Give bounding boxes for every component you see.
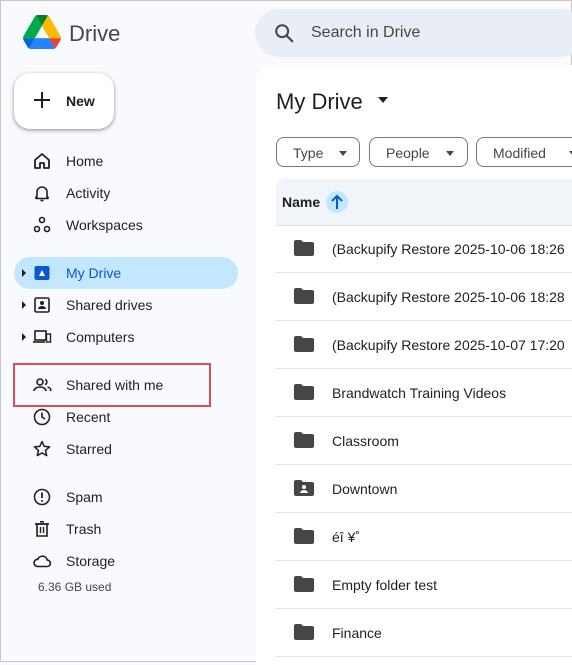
- search-icon[interactable]: [273, 22, 295, 44]
- nav-item-computers[interactable]: Computers: [14, 321, 238, 353]
- cloud-icon: [33, 555, 52, 568]
- filter-modified[interactable]: Modified: [476, 137, 572, 167]
- nav-item-label: Recent: [66, 409, 111, 425]
- nav-item-trash[interactable]: Trash: [14, 513, 238, 545]
- bell-icon: [35, 186, 49, 202]
- nav-item-home[interactable]: Home: [14, 145, 238, 177]
- filter-type[interactable]: Type: [276, 137, 360, 167]
- search-input[interactable]: Search in Drive: [311, 24, 420, 42]
- page-title[interactable]: My Drive: [276, 89, 363, 115]
- table-row[interactable]: (Backupify Restore 2025-10-06 18:28: [276, 273, 572, 321]
- file-name: (Backupify Restore 2025-10-07 17:20: [332, 337, 565, 353]
- file-name: Classroom: [332, 433, 399, 449]
- table-row[interactable]: Downtown: [276, 465, 572, 513]
- file-name: Finance: [332, 625, 382, 641]
- expand-caret-icon[interactable]: [20, 267, 28, 279]
- nav-item-starred[interactable]: Starred: [14, 433, 238, 465]
- drive-logo-icon: [23, 15, 61, 49]
- nav-item-spam[interactable]: Spam: [14, 481, 238, 513]
- trash-icon: [35, 520, 49, 537]
- nav-item-label: Computers: [66, 329, 135, 345]
- nav-item-label: Activity: [66, 185, 111, 201]
- expand-caret-icon[interactable]: [20, 331, 28, 343]
- nav-item-label: My Drive: [66, 265, 122, 281]
- table-row[interactable]: (Backupify Restore 2025-10-07 17:20: [276, 321, 572, 369]
- file-name: éî ¥˚: [332, 529, 361, 545]
- chevron-down-icon: [446, 151, 454, 156]
- search-bar[interactable]: Search in Drive: [255, 9, 572, 57]
- folder-icon: [294, 240, 314, 256]
- main-panel: My Drive Type People Modified Name (Back…: [256, 65, 572, 665]
- chevron-down-icon: [339, 151, 347, 156]
- highlight-box: [13, 363, 211, 407]
- nav-item-label: Home: [66, 153, 104, 169]
- filter-people[interactable]: People: [369, 137, 468, 167]
- filter-label: Modified: [493, 145, 546, 161]
- file-name: Downtown: [332, 481, 398, 497]
- nav-item-storage[interactable]: Storage: [14, 545, 238, 577]
- filter-label: Type: [293, 145, 324, 161]
- file-name: Brandwatch Training Videos: [332, 385, 507, 401]
- sort-button[interactable]: [326, 191, 348, 213]
- my-drive-icon: [34, 266, 50, 280]
- star-icon: [33, 440, 51, 457]
- column-header-name[interactable]: Name: [282, 194, 320, 210]
- new-button[interactable]: New: [14, 73, 114, 129]
- folder-icon: [294, 288, 314, 304]
- file-name: Empty folder test: [332, 577, 438, 593]
- folder-icon: [294, 624, 314, 640]
- table-row[interactable]: Classroom: [276, 417, 572, 465]
- nav-item-shared-drives[interactable]: Shared drives: [14, 289, 238, 321]
- spam-icon: [33, 488, 51, 506]
- table-row[interactable]: éî ¥˚: [276, 513, 572, 561]
- arrow-up-icon: [331, 194, 343, 209]
- nav-item-label: Workspaces: [66, 217, 143, 233]
- storage-used-text: 6.36 GB used: [38, 580, 112, 594]
- filter-label: People: [386, 145, 430, 161]
- file-name: (Backupify Restore 2025-10-06 18:26: [332, 241, 565, 257]
- app-title: Drive: [69, 21, 121, 46]
- nav-item-workspaces[interactable]: Workspaces: [14, 209, 238, 241]
- nav-item-label: Trash: [66, 521, 102, 537]
- nav-item-activity[interactable]: Activity: [14, 177, 238, 209]
- folder-icon: [294, 336, 314, 352]
- table-row[interactable]: (Backupify Restore 2025-10-06 18:26: [276, 225, 572, 273]
- expand-caret-icon[interactable]: [20, 299, 28, 311]
- workspaces-icon: [33, 216, 51, 233]
- nav-item-label: Starred: [66, 441, 112, 457]
- table-header: Name: [276, 179, 572, 226]
- file-name: (Backupify Restore 2025-10-06 18:28: [332, 289, 565, 305]
- table-row[interactable]: Empty folder test: [276, 561, 572, 609]
- plus-icon: [34, 92, 50, 108]
- folder-icon: [294, 384, 314, 400]
- computers-icon: [33, 330, 52, 343]
- nav-item-label: Spam: [66, 489, 103, 505]
- nav-item-label: Shared drives: [66, 297, 153, 313]
- shared-folder-icon: [294, 480, 314, 496]
- table-row[interactable]: Finance: [276, 609, 572, 657]
- shared-drives-icon: [34, 297, 50, 313]
- folder-icon: [294, 576, 314, 592]
- clock-icon: [33, 408, 51, 426]
- new-button-label: New: [66, 93, 95, 109]
- home-icon: [34, 153, 50, 169]
- nav-item-my-drive[interactable]: My Drive: [14, 257, 238, 289]
- nav-item-label: Storage: [66, 553, 116, 569]
- chevron-down-icon[interactable]: [378, 97, 388, 103]
- folder-icon: [294, 432, 314, 448]
- table-row[interactable]: Brandwatch Training Videos: [276, 369, 572, 417]
- folder-icon: [294, 528, 314, 544]
